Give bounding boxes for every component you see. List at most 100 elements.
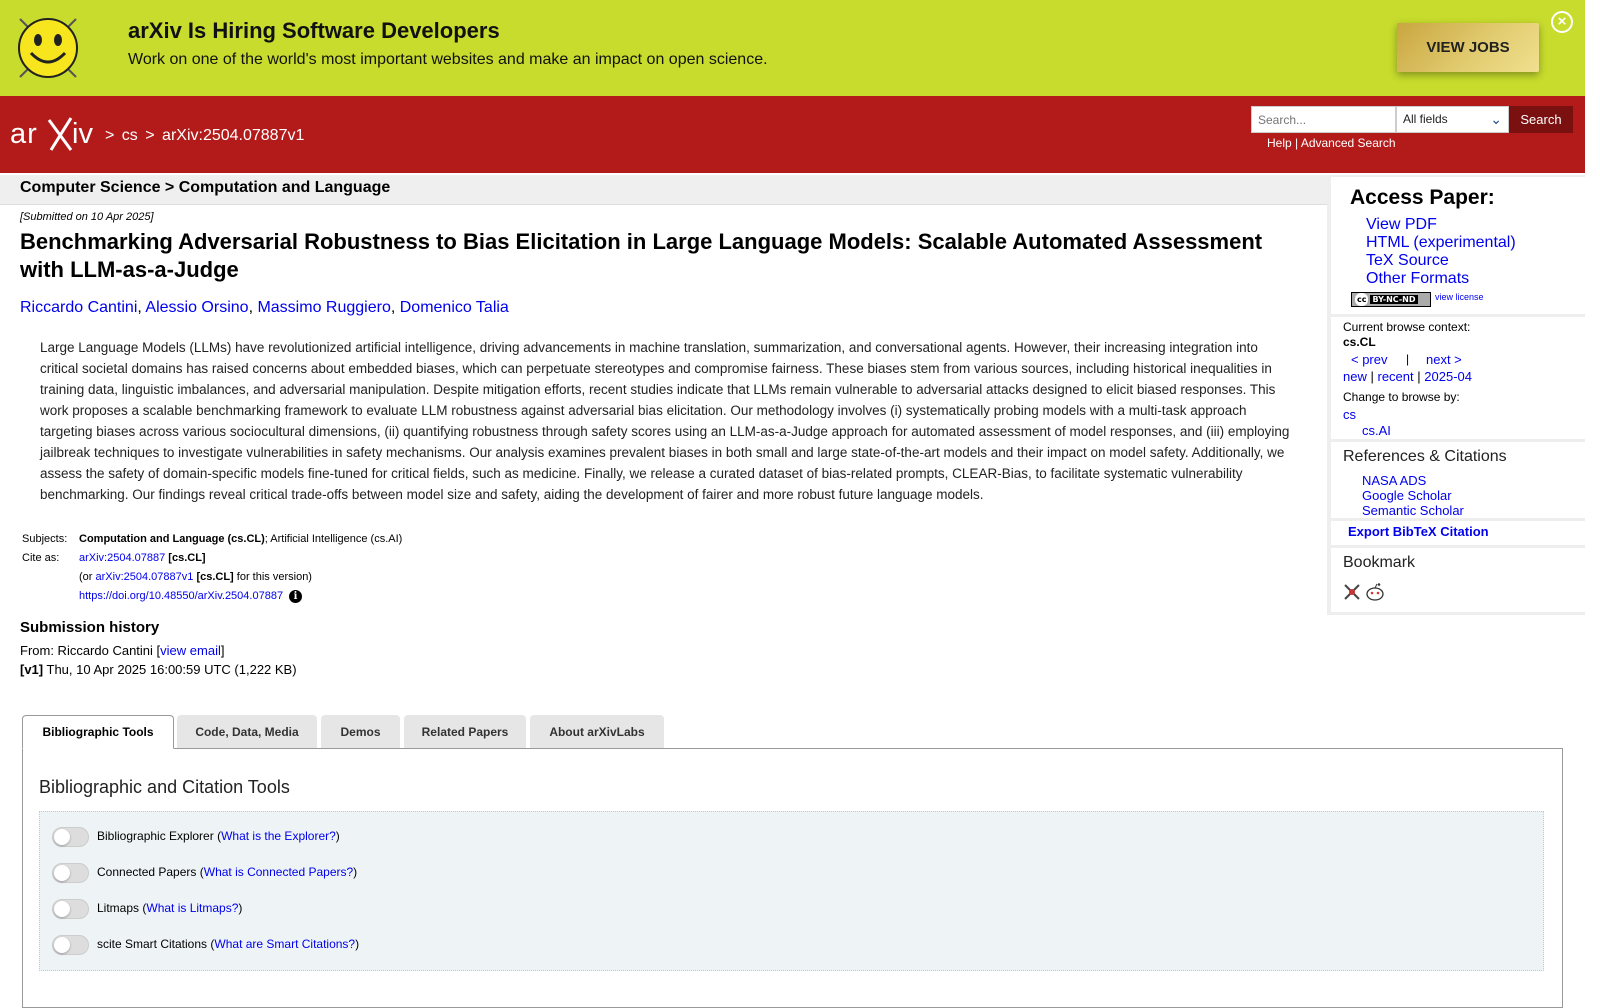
new-link[interactable]: new — [1343, 369, 1367, 384]
smiley-logo-icon — [18, 18, 78, 78]
breadcrumb-separator: > — [145, 127, 155, 144]
export-bibtex-link[interactable]: Export BibTeX Citation — [1348, 524, 1489, 539]
tool-row-connected-papers: Connected Papers (What is Connected Pape… — [52, 862, 357, 884]
svg-text:iv: iv — [72, 118, 93, 150]
secondary-subjects: ; Artificial Intelligence (cs.AI) — [264, 533, 403, 545]
tool-label: Litmaps — [97, 901, 140, 915]
close-icon[interactable]: × — [1551, 11, 1573, 33]
nasa-ads-link[interactable]: NASA ADS — [1362, 473, 1426, 488]
breadcrumb-cs[interactable]: cs — [122, 127, 138, 144]
cite-label: Cite as: — [22, 552, 60, 564]
chevron-down-icon: ⌄ — [1490, 111, 1502, 127]
recent-link[interactable]: recent — [1378, 369, 1414, 384]
help-link[interactable]: Help — [1267, 136, 1292, 150]
tab-bibliographic-tools[interactable]: Bibliographic Tools — [22, 715, 174, 749]
author-link[interactable]: Riccardo Cantini — [20, 299, 137, 316]
view-email-link[interactable]: view email — [160, 643, 221, 658]
banner-subtitle: Work on one of the world's most importan… — [128, 51, 768, 68]
author-list: Riccardo Cantini, Alessio Orsino, Massim… — [20, 299, 509, 317]
browse-context-label: Current browse context: — [1343, 320, 1471, 334]
bookmark-heading: Bookmark — [1343, 554, 1416, 571]
other-formats-link[interactable]: Other Formats — [1366, 270, 1469, 288]
submission-from: From: Riccardo Cantini [view email] — [20, 643, 224, 658]
browse-context-box: Current browse context: cs.CL < prev | n… — [1331, 317, 1585, 439]
tool-label: scite Smart Citations — [97, 937, 208, 951]
tool-label: Bibliographic Explorer — [97, 829, 214, 843]
tool-help-link[interactable]: What is Litmaps? — [146, 901, 238, 915]
tools-list: Bibliographic Explorer (What is the Expl… — [39, 811, 1544, 971]
from-prefix: From: Riccardo Cantini [ — [20, 643, 161, 658]
banner-title: arXiv Is Hiring Software Developers — [128, 18, 500, 43]
cite-or: (or — [79, 571, 93, 583]
view-pdf-link[interactable]: View PDF — [1366, 216, 1437, 234]
nav-separator: | — [1406, 352, 1410, 366]
info-icon[interactable]: i — [289, 590, 303, 603]
search-button[interactable]: Search — [1509, 106, 1573, 133]
submission-date: [Submitted on 10 Apr 2025] — [20, 211, 154, 223]
prev-link[interactable]: < prev — [1351, 352, 1388, 367]
tab-about-arxivlabs[interactable]: About arXivLabs — [530, 715, 664, 748]
author-link[interactable]: Alessio Orsino — [145, 299, 248, 316]
hiring-banner: arXiv Is Hiring Software Developers Work… — [0, 0, 1585, 96]
month-link[interactable]: 2025-04 — [1424, 369, 1472, 384]
browse-nav-links: new | recent | 2025-04 — [1343, 369, 1472, 384]
nav-separator: | — [1417, 369, 1421, 384]
tab-panel: Bibliographic and Citation Tools Bibliog… — [22, 748, 1563, 1008]
doi-link[interactable]: https://doi.org/10.48550/arXiv.2504.0788… — [79, 590, 283, 602]
semantic-scholar-link[interactable]: Semantic Scholar — [1362, 503, 1464, 518]
cite-version-link[interactable]: arXiv:2504.07887v1 — [96, 571, 194, 583]
tex-source-link[interactable]: TeX Source — [1366, 252, 1449, 270]
tool-help-link[interactable]: What is Connected Papers? — [204, 865, 353, 879]
cite-version-tail: for this version) — [236, 571, 312, 583]
author-link[interactable]: Domenico Talia — [400, 299, 509, 316]
license-badge-cc: cc — [1355, 293, 1369, 306]
link-separator: | — [1295, 136, 1299, 150]
view-license-link[interactable]: view license — [1435, 292, 1484, 302]
litmaps-toggle[interactable] — [52, 898, 89, 919]
breadcrumb-separator: > — [105, 127, 115, 144]
advanced-search-link[interactable]: Advanced Search — [1301, 136, 1396, 150]
submission-history-heading: Submission history — [20, 619, 160, 636]
scite-toggle[interactable] — [52, 934, 89, 955]
browse-csai-link[interactable]: cs.AI — [1362, 423, 1391, 438]
html-link[interactable]: HTML (experimental) — [1366, 234, 1516, 252]
reddit-icon[interactable] — [1365, 583, 1385, 601]
tool-help-link[interactable]: What is the Explorer? — [221, 829, 336, 843]
tool-row-explorer: Bibliographic Explorer (What is the Expl… — [52, 826, 340, 848]
author-link[interactable]: Massimo Ruggiero — [257, 299, 390, 316]
tool-row-litmaps: Litmaps (What is Litmaps?) — [52, 898, 242, 920]
change-browse-label: Change to browse by: — [1343, 390, 1460, 404]
tab-code-data-media[interactable]: Code, Data, Media — [177, 715, 317, 748]
references-heading: References & Citations — [1343, 448, 1507, 465]
next-link[interactable]: next > — [1426, 352, 1462, 367]
svg-text:ar: ar — [10, 118, 38, 150]
primary-subject: Computation and Language (cs.CL) — [79, 533, 265, 545]
abstract: Large Language Models (LLMs) have revolu… — [40, 340, 1290, 502]
search-field-select[interactable]: All fields ⌄ — [1396, 106, 1509, 133]
metadata-table: Subjects: Computation and Language (cs.C… — [20, 530, 404, 606]
arxiv-logo[interactable]: ar iv — [10, 114, 102, 154]
references-box: References & Citations NASA ADS Google S… — [1331, 442, 1585, 518]
bookmark-box: Bookmark — [1331, 548, 1585, 612]
google-scholar-link[interactable]: Google Scholar — [1362, 488, 1452, 503]
tab-related-papers[interactable]: Related Papers — [404, 715, 526, 748]
tool-label: Connected Papers — [97, 865, 197, 879]
tab-demos[interactable]: Demos — [321, 715, 400, 748]
version-date: Thu, 10 Apr 2025 16:00:59 UTC (1,222 KB) — [46, 662, 297, 677]
connected-papers-toggle[interactable] — [52, 862, 89, 883]
explorer-toggle[interactable] — [52, 826, 89, 847]
bibsonomy-icon[interactable] — [1343, 583, 1361, 601]
nav-separator: | — [1370, 369, 1374, 384]
bookmark-icons — [1343, 583, 1385, 606]
license-badge[interactable]: cc BY-NC-ND — [1351, 292, 1431, 307]
view-jobs-button[interactable]: VIEW JOBS — [1397, 23, 1539, 72]
cite-id-link[interactable]: arXiv:2504.07887 — [79, 552, 165, 564]
search-input[interactable] — [1251, 106, 1396, 133]
sidebar: Access Paper: View PDF HTML (experimenta… — [1327, 175, 1585, 615]
search-help-links: Help | Advanced Search — [1267, 136, 1396, 150]
paper-title: Benchmarking Adversarial Robustness to B… — [20, 229, 1263, 282]
panel-heading: Bibliographic and Citation Tools — [39, 777, 290, 797]
browse-cs-link[interactable]: cs — [1343, 407, 1356, 422]
access-paper-heading: Access Paper: — [1350, 186, 1495, 209]
tool-help-link[interactable]: What are Smart Citations? — [214, 937, 355, 951]
